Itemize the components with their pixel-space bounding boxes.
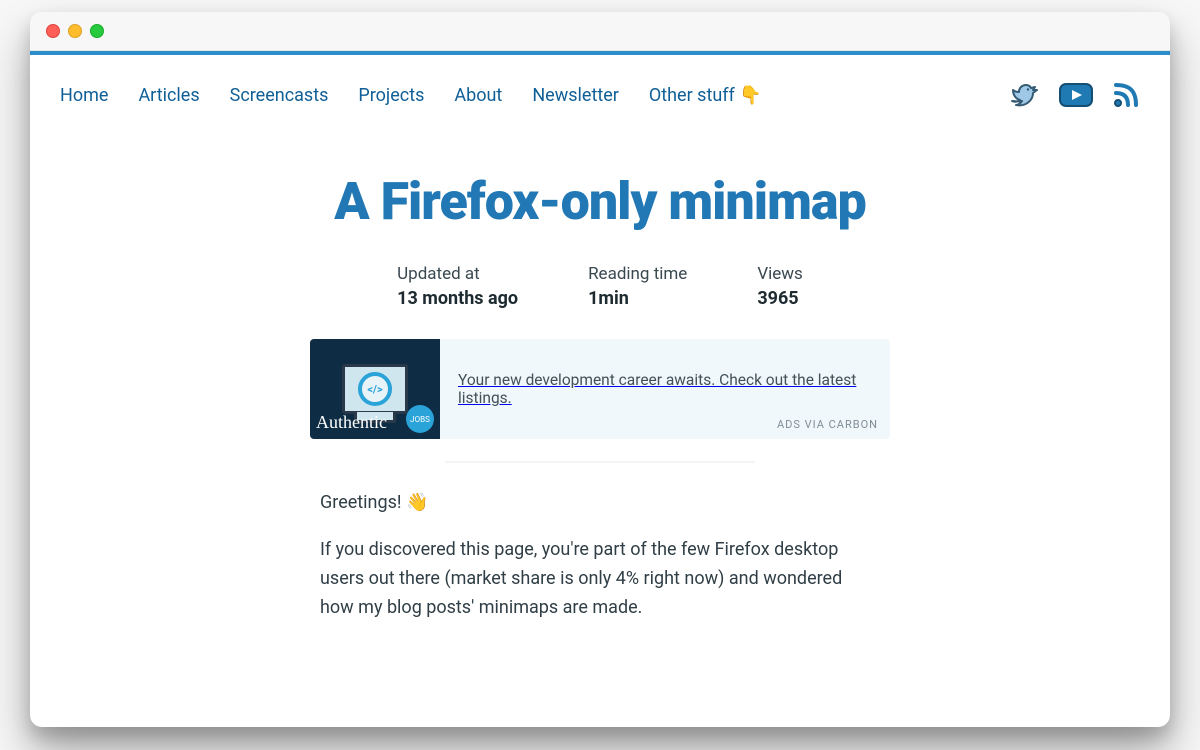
- meta-views-label: Views: [757, 264, 803, 284]
- meta-reading-value: 1min: [588, 288, 687, 309]
- monitor-icon: </>: [342, 364, 408, 414]
- meta-updated-label: Updated at: [397, 264, 518, 284]
- meta-reading-label: Reading time: [588, 264, 687, 284]
- meta-updated-value: 13 months ago: [397, 288, 518, 309]
- meta-updated: Updated at 13 months ago: [397, 264, 518, 309]
- maximize-window-button[interactable]: [90, 24, 104, 38]
- twitter-icon[interactable]: [1008, 81, 1040, 109]
- article: A Firefox-only minimap Updated at 13 mon…: [220, 173, 980, 622]
- code-magnifier-icon: </>: [358, 372, 392, 406]
- nav-articles[interactable]: Articles: [138, 85, 199, 106]
- nav-about[interactable]: About: [454, 85, 502, 106]
- minimize-window-button[interactable]: [68, 24, 82, 38]
- article-meta: Updated at 13 months ago Reading time 1m…: [220, 264, 980, 309]
- ad-attribution: ADS VIA CARBON: [777, 418, 878, 431]
- rss-icon[interactable]: [1112, 81, 1140, 109]
- nav-home[interactable]: Home: [60, 85, 108, 106]
- ad-text: Your new development career awaits. Chec…: [458, 371, 872, 407]
- main-nav: Home Articles Screencasts Projects About…: [60, 55, 1140, 133]
- article-title: A Firefox-only minimap: [220, 173, 980, 230]
- section-divider: [445, 461, 755, 463]
- ad-image: </> Authentic JOBS: [310, 339, 440, 439]
- nav-newsletter[interactable]: Newsletter: [532, 85, 619, 106]
- meta-reading-time: Reading time 1min: [588, 264, 687, 309]
- ad-badge: JOBS: [406, 405, 434, 433]
- ad-body: Your new development career awaits. Chec…: [440, 339, 890, 439]
- youtube-icon[interactable]: [1058, 82, 1094, 108]
- article-body: Greetings! 👋 If you discovered this page…: [320, 489, 880, 622]
- social-links: [1008, 81, 1140, 109]
- close-window-button[interactable]: [46, 24, 60, 38]
- paragraph-intro: If you discovered this page, you're part…: [320, 536, 880, 622]
- nav-screencasts[interactable]: Screencasts: [230, 85, 329, 106]
- meta-views: Views 3965: [757, 264, 803, 309]
- nav-projects[interactable]: Projects: [358, 85, 424, 106]
- ad-brand-script: Authentic: [316, 412, 387, 433]
- window-titlebar: [30, 12, 1170, 51]
- meta-views-value: 3965: [757, 288, 803, 309]
- browser-window: Home Articles Screencasts Projects About…: [30, 12, 1170, 727]
- nav-other[interactable]: Other stuff 👇: [649, 85, 762, 106]
- paragraph-greeting: Greetings! 👋: [320, 489, 880, 518]
- nav-links: Home Articles Screencasts Projects About…: [60, 85, 762, 106]
- carbon-ad[interactable]: </> Authentic JOBS Your new development …: [310, 339, 890, 439]
